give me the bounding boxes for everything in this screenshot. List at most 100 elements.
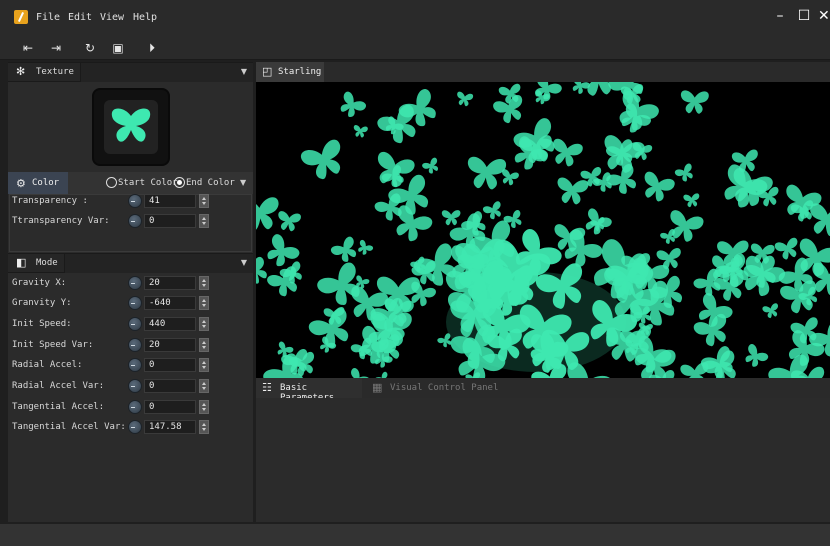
toolbar: ⇤ ⇥ ↻ ▣ ⏵ bbox=[0, 36, 830, 60]
texture-preview[interactable] bbox=[92, 88, 170, 166]
palette-icon: ⚙ bbox=[16, 177, 26, 190]
mode-dropdown[interactable]: ▼ bbox=[64, 254, 253, 273]
particle-butterfly bbox=[773, 236, 802, 262]
window-icon: ◰ bbox=[262, 65, 273, 78]
import-icon[interactable]: ⇤ bbox=[20, 40, 36, 56]
spin-arrows-icon[interactable] bbox=[199, 379, 209, 393]
param-label: Gravity X: bbox=[12, 278, 67, 288]
radio-end-color-label: End Color bbox=[186, 178, 235, 188]
knob-icon[interactable] bbox=[128, 214, 142, 228]
particle-canvas bbox=[256, 82, 830, 378]
value-spinbox[interactable]: 0 bbox=[144, 400, 196, 414]
chevron-down-icon: ▼ bbox=[240, 67, 247, 76]
knob-icon[interactable] bbox=[128, 276, 142, 290]
particle-butterfly bbox=[299, 137, 350, 184]
particle-butterfly bbox=[465, 156, 507, 191]
spin-arrows-icon[interactable] bbox=[199, 400, 209, 414]
mode-icon: ◧ bbox=[16, 256, 27, 269]
color-tabbar: ⚙ Color Start Color End Color ▼ bbox=[8, 172, 253, 194]
close-icon[interactable]: ✕ bbox=[818, 8, 830, 24]
tab-starling[interactable]: ◰ Starling bbox=[256, 62, 324, 82]
particle-butterfly bbox=[482, 200, 506, 222]
particle-viewport[interactable] bbox=[256, 82, 830, 378]
particle-butterfly bbox=[354, 238, 374, 258]
menu-bar: File Edit View Help – ☐ ✕ bbox=[0, 0, 830, 36]
play-icon[interactable]: ⏵ bbox=[144, 40, 160, 56]
value-spinbox[interactable]: 0 bbox=[144, 214, 196, 228]
value-spinbox[interactable]: 20 bbox=[144, 276, 196, 290]
menu-file[interactable]: File bbox=[36, 12, 60, 23]
particle-butterfly bbox=[441, 210, 461, 226]
param-label: Radial Accel: bbox=[12, 360, 83, 370]
minimize-icon[interactable]: – bbox=[772, 8, 788, 24]
particle-butterfly bbox=[455, 91, 474, 108]
status-bar bbox=[0, 524, 830, 546]
param-label: Radial Accel Var: bbox=[12, 381, 105, 391]
param-label: Tangential Accel Var: bbox=[12, 422, 126, 432]
menu-help[interactable]: Help bbox=[133, 12, 157, 23]
tab-starling-label: Starling bbox=[278, 67, 322, 77]
export-icon[interactable]: ⇥ bbox=[48, 40, 64, 56]
value-spinbox[interactable]: 20 bbox=[144, 338, 196, 352]
mode-title: Mode bbox=[36, 258, 58, 268]
menu-edit[interactable]: Edit bbox=[68, 12, 92, 23]
texture-dropdown[interactable]: ▼ bbox=[80, 63, 253, 82]
particle-butterfly bbox=[740, 342, 770, 371]
tab-visual-control-panel-label: Visual Control Panel bbox=[390, 383, 499, 393]
particle-butterfly bbox=[329, 235, 362, 267]
knob-icon[interactable] bbox=[128, 400, 142, 414]
particle-butterfly bbox=[673, 162, 697, 185]
radio-start-color-label: Start Color bbox=[118, 178, 178, 188]
spin-arrows-icon[interactable] bbox=[199, 276, 209, 290]
texture-thumbnail bbox=[104, 100, 158, 154]
tab-visual-control-panel[interactable]: ▦ Visual Control Panel bbox=[366, 378, 506, 398]
particle-butterfly bbox=[352, 124, 369, 139]
spin-arrows-icon[interactable] bbox=[199, 338, 209, 352]
particle-butterfly bbox=[638, 170, 677, 205]
spin-arrows-icon[interactable] bbox=[199, 420, 209, 434]
value-spinbox[interactable]: 440 bbox=[144, 317, 196, 331]
spin-arrows-icon[interactable] bbox=[199, 296, 209, 310]
particle-butterfly bbox=[679, 90, 710, 115]
starling-header: ◰ Starling bbox=[256, 62, 830, 82]
radio-end-color[interactable] bbox=[174, 177, 185, 188]
tab-color[interactable]: ⚙ Color bbox=[8, 172, 68, 194]
knob-icon[interactable] bbox=[128, 296, 142, 310]
spin-arrows-icon[interactable] bbox=[199, 358, 209, 372]
tab-basic-parameters[interactable]: ☷ Basic Parameters bbox=[256, 378, 362, 403]
param-label: Init Speed: bbox=[12, 319, 72, 329]
menu-view[interactable]: View bbox=[100, 12, 124, 23]
knob-icon[interactable] bbox=[128, 420, 142, 434]
knob-icon[interactable] bbox=[128, 338, 142, 352]
value-spinbox[interactable]: 0 bbox=[144, 379, 196, 393]
param-label: Init Speed Var: bbox=[12, 340, 94, 350]
knob-icon[interactable] bbox=[128, 379, 142, 393]
panel-icon: ▦ bbox=[372, 381, 383, 394]
particle-butterfly bbox=[761, 302, 781, 320]
spin-arrows-icon[interactable] bbox=[199, 317, 209, 331]
sliders-icon: ☷ bbox=[262, 381, 272, 394]
particle-butterfly bbox=[256, 196, 281, 232]
chevron-down-icon[interactable]: ▼ bbox=[240, 178, 246, 187]
knob-icon[interactable] bbox=[128, 194, 142, 208]
particle-butterfly bbox=[343, 366, 372, 378]
chevron-down-icon: ▼ bbox=[240, 258, 247, 267]
value-spinbox[interactable]: -640 bbox=[144, 296, 196, 310]
knob-icon[interactable] bbox=[128, 317, 142, 331]
radio-start-color[interactable] bbox=[106, 177, 117, 188]
stop-icon[interactable]: ▣ bbox=[110, 40, 126, 56]
butterfly-icon bbox=[111, 108, 151, 142]
reset-icon[interactable]: ↻ bbox=[82, 40, 98, 56]
value-spinbox[interactable]: 147.58 bbox=[144, 420, 196, 434]
particle-butterfly bbox=[276, 210, 302, 233]
param-label: Granvity Y: bbox=[12, 298, 72, 308]
value-spinbox[interactable]: 0 bbox=[144, 358, 196, 372]
maximize-icon[interactable]: ☐ bbox=[796, 8, 812, 24]
spin-arrows-icon[interactable] bbox=[199, 194, 209, 208]
value-spinbox[interactable]: 41 bbox=[144, 194, 196, 208]
param-label: Ttransparency Var: bbox=[12, 216, 110, 226]
spin-arrows-icon[interactable] bbox=[199, 214, 209, 228]
mode-header: ◧ Mode ▼ bbox=[8, 253, 253, 273]
knob-icon[interactable] bbox=[128, 358, 142, 372]
texture-title: Texture bbox=[36, 67, 74, 77]
